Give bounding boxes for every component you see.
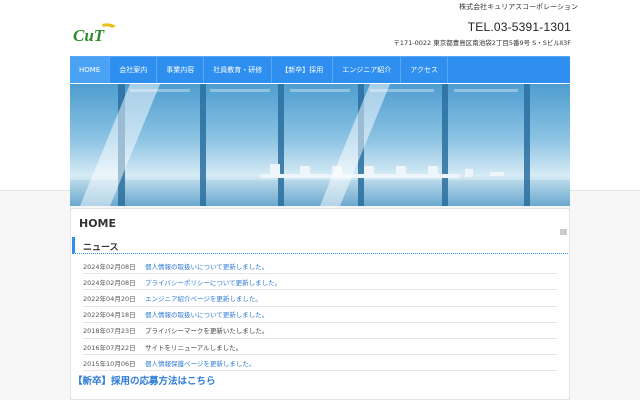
news-link[interactable]: 個人情報保護ページを更新しました。 [145,358,255,368]
news-link[interactable]: 個人情報の取扱いについて更新しました。 [145,261,268,271]
list-item: 2024年02月08日 個人情報の取扱いについて更新しました。 [83,258,557,275]
news-date: 2024年02月08日 [83,278,136,287]
list-item: 2022年04月20日 エンジニア紹介ページを更新しました。 [83,290,557,307]
scroll-indicator[interactable] [560,229,567,235]
hero-image [70,84,570,206]
address: 〒171-0022 東京都豊島区南池袋2丁目5番9号 S・SビルⅡ3F [393,39,571,47]
main-nav: HOME 会社案内 事業内容 社員教育・研修 【新卒】採用 エンジニア紹介 アク… [70,56,570,83]
nav-item-home[interactable]: HOME [70,57,111,83]
news-date: 2016年07月22日 [83,343,136,352]
news-link[interactable]: プライバシーポリシーについて更新しました。 [145,277,281,287]
news-date: 2015年10月06日 [83,359,136,368]
news-heading: ニュース [72,237,568,254]
news-list: 2024年02月08日 個人情報の取扱いについて更新しました。 2024年02月… [83,258,557,372]
page-title: HOME [79,217,117,230]
company-name: 株式会社キュリアスコーポレーション [459,3,578,11]
logo-text: CuT [73,26,105,44]
list-item: 2018年07月23日 プライバシーマークを更新いたしました。 [83,323,557,339]
nav-item-company[interactable]: 会社案内 [110,57,158,83]
list-item: 2015年10月06日 個人情報保護ページを更新しました。 [83,355,557,372]
company-logo[interactable]: CuT [72,22,118,44]
news-heading-label: ニュース [83,243,119,253]
phone-number: TEL.03-5391-1301 [467,20,571,34]
news-date: 2024年02月08日 [83,262,136,271]
nav-item-engineers[interactable]: エンジニア紹介 [333,57,402,83]
nav-item-training[interactable]: 社員教育・研修 [204,57,273,83]
nav-item-recruit[interactable]: 【新卒】採用 [272,57,334,83]
news-link[interactable]: 個人情報の取扱いについて更新しました。 [145,309,268,319]
nav-item-business[interactable]: 事業内容 [157,57,205,83]
list-item: 2024年02月08日 プライバシーポリシーについて更新しました。 [83,274,557,291]
office-glass-illustration [70,84,570,206]
main-content: HOME ニュース 2024年02月08日 個人情報の取扱いについて更新しました… [70,208,570,400]
news-link[interactable]: エンジニア紹介ページを更新しました。 [145,293,262,303]
list-item: 2016年07月22日 サイトをリニューアルしました。 [83,339,557,356]
page-container: 株式会社キュリアスコーポレーション CuT TEL.03-5391-1301 〒… [70,0,578,400]
news-text: サイトをリニューアルしました。 [145,343,243,352]
news-date: 2022年04月20日 [83,294,136,303]
list-item: 2022年04月18日 個人情報の取扱いについて更新しました。 [83,307,557,323]
news-date: 2018年07月23日 [83,327,136,336]
recruit-apply-link[interactable]: 【新卒】採用の応募方法はこちら [73,373,216,387]
news-date: 2022年04月18日 [83,311,136,320]
news-text: プライバシーマークを更新いたしました。 [145,327,269,336]
nav-item-access[interactable]: アクセス [401,57,448,83]
